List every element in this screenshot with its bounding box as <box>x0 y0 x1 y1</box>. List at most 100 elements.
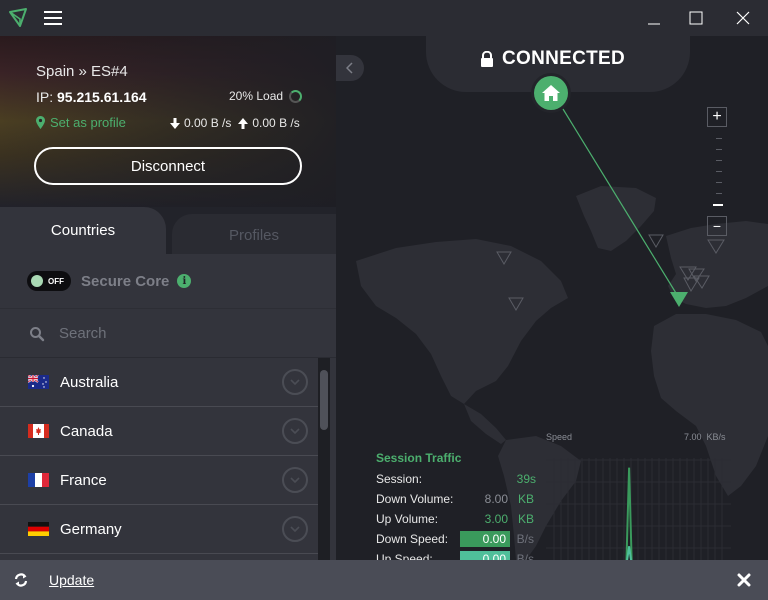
tab-bar: Profiles Countries <box>0 207 336 254</box>
sidebar: Spain » ES#4 IP: 95.215.61.164 20% Load … <box>0 36 336 560</box>
refresh-icon <box>14 573 28 587</box>
traffic-unit: KB <box>517 492 534 506</box>
speed-graph-max: 7.00 KB/s <box>684 432 726 442</box>
download-speed: 0.00 B /s <box>184 116 232 130</box>
arrow-down-icon <box>170 117 180 129</box>
toggle-state: OFF <box>48 276 64 286</box>
country-row-germany[interactable]: Germany <box>0 505 318 554</box>
chevron-left-icon <box>346 62 353 74</box>
secure-core-label: Secure Core <box>81 272 170 290</box>
protonvpn-logo-icon <box>9 8 27 27</box>
collapse-sidebar-button[interactable] <box>336 55 364 81</box>
minimize-button[interactable] <box>645 8 665 28</box>
toggle-knob <box>31 275 43 287</box>
country-row-france[interactable]: France <box>0 456 318 505</box>
traffic-label: Down Volume: <box>376 492 454 506</box>
chevron-down-icon[interactable] <box>282 418 308 444</box>
up-speed-value: 0.00 <box>460 551 510 560</box>
tab-countries[interactable]: Countries <box>0 207 166 254</box>
maximize-button[interactable] <box>686 8 706 28</box>
home-location-pin[interactable] <box>534 76 568 110</box>
info-icon[interactable]: i <box>177 274 192 288</box>
flag-canada-icon <box>28 424 49 438</box>
server-load: 20% Load <box>229 89 303 103</box>
session-traffic-panel: Session Traffic Session: 39s Down Volume… <box>376 451 536 560</box>
flag-germany-icon <box>28 522 49 536</box>
down-speed-series <box>625 467 633 560</box>
traffic-row-up-volume: Up Volume: 3.00 KB <box>376 509 536 529</box>
traffic-label: Down Speed: <box>376 532 449 546</box>
update-bar: Update <box>0 560 768 600</box>
zoom-out-button[interactable]: − <box>707 216 727 236</box>
country-name: Canada <box>60 422 113 440</box>
chevron-down-icon[interactable] <box>282 369 308 395</box>
tab-profiles[interactable]: Profiles <box>172 214 336 254</box>
traffic-row-down-speed: Down Speed: 0.00 B/s <box>376 529 536 549</box>
load-ring-icon <box>289 89 303 103</box>
status-text: CONNECTED <box>502 48 626 69</box>
session-traffic-title: Session Traffic <box>376 451 462 465</box>
traffic-label: Up Speed: <box>376 552 433 560</box>
traffic-row-down-volume: Down Volume: 8.00 KB <box>376 489 536 509</box>
ip-value: 95.215.61.164 <box>57 89 147 105</box>
close-update-bar-icon[interactable] <box>737 573 751 587</box>
landmass-central-america <box>464 404 506 444</box>
traffic-unit: KB <box>517 512 534 526</box>
down-speed-value: 0.00 <box>460 531 510 547</box>
secure-core-row: OFF Secure Core i <box>0 254 336 309</box>
ip-address: IP: 95.215.61.164 <box>36 89 147 105</box>
country-row-canada[interactable]: Canada <box>0 407 318 456</box>
speed-graph <box>546 458 731 560</box>
lock-icon <box>481 51 493 67</box>
traffic-label: Up Volume: <box>376 512 439 526</box>
zoom-tick <box>716 182 722 183</box>
map-panel: CONNECTED + − Session Traffic Session: 3… <box>336 36 768 560</box>
set-profile-label: Set as profile <box>50 115 126 130</box>
map-pin-icon <box>36 116 45 129</box>
hamburger-menu-icon[interactable] <box>44 11 62 25</box>
zoom-tick <box>716 160 722 161</box>
ip-label: IP: <box>36 89 54 105</box>
home-icon <box>542 85 560 101</box>
server-name: Spain » ES#4 <box>36 63 128 80</box>
upload-speed: 0.00 B /s <box>252 116 300 130</box>
country-name: Australia <box>60 373 119 391</box>
traffic-value: 3.00 <box>484 512 508 526</box>
landmass-north-america <box>356 239 568 404</box>
traffic-unit: B/s <box>516 532 534 546</box>
secure-core-toggle[interactable]: OFF <box>27 271 71 291</box>
flag-france-icon <box>28 473 49 487</box>
search-input[interactable] <box>59 325 289 342</box>
search-bar <box>0 310 336 358</box>
country-list: Australia Canada France Germany <box>0 358 318 560</box>
zoom-tick <box>716 138 722 139</box>
chevron-down-icon[interactable] <box>282 467 308 493</box>
load-text: 20% Load <box>229 89 284 103</box>
arrow-up-icon <box>238 117 249 129</box>
connection-status: CONNECTED <box>480 48 625 70</box>
zoom-tick <box>716 171 722 172</box>
traffic-unit: B/s <box>516 552 534 560</box>
traffic-row-up-speed: Up Speed: 0.00 B/s <box>376 549 536 560</box>
traffic-value: 8.00 <box>484 492 508 506</box>
country-name: Germany <box>60 520 122 538</box>
zoom-tick <box>716 149 722 150</box>
traffic-label: Session: <box>376 472 423 486</box>
update-link[interactable]: Update <box>49 572 94 588</box>
chevron-down-icon[interactable] <box>282 516 308 542</box>
connection-header: Spain » ES#4 IP: 95.215.61.164 20% Load … <box>0 36 336 207</box>
zoom-level-indicator[interactable] <box>713 204 723 206</box>
set-as-profile-link[interactable]: Set as profile <box>36 115 126 130</box>
search-icon <box>30 326 45 341</box>
scrollbar-thumb[interactable] <box>320 370 328 430</box>
speed-graph-label: Speed <box>546 432 573 442</box>
country-row-australia[interactable]: Australia <box>0 358 318 407</box>
country-list-scrollbar[interactable] <box>318 358 330 560</box>
server-marker-uk <box>648 234 664 248</box>
zoom-tick <box>716 193 722 194</box>
close-window-button[interactable] <box>733 8 753 28</box>
zoom-in-button[interactable]: + <box>707 107 727 127</box>
flag-australia-icon <box>28 375 49 389</box>
disconnect-button[interactable]: Disconnect <box>34 147 302 185</box>
country-name: France <box>60 471 107 489</box>
